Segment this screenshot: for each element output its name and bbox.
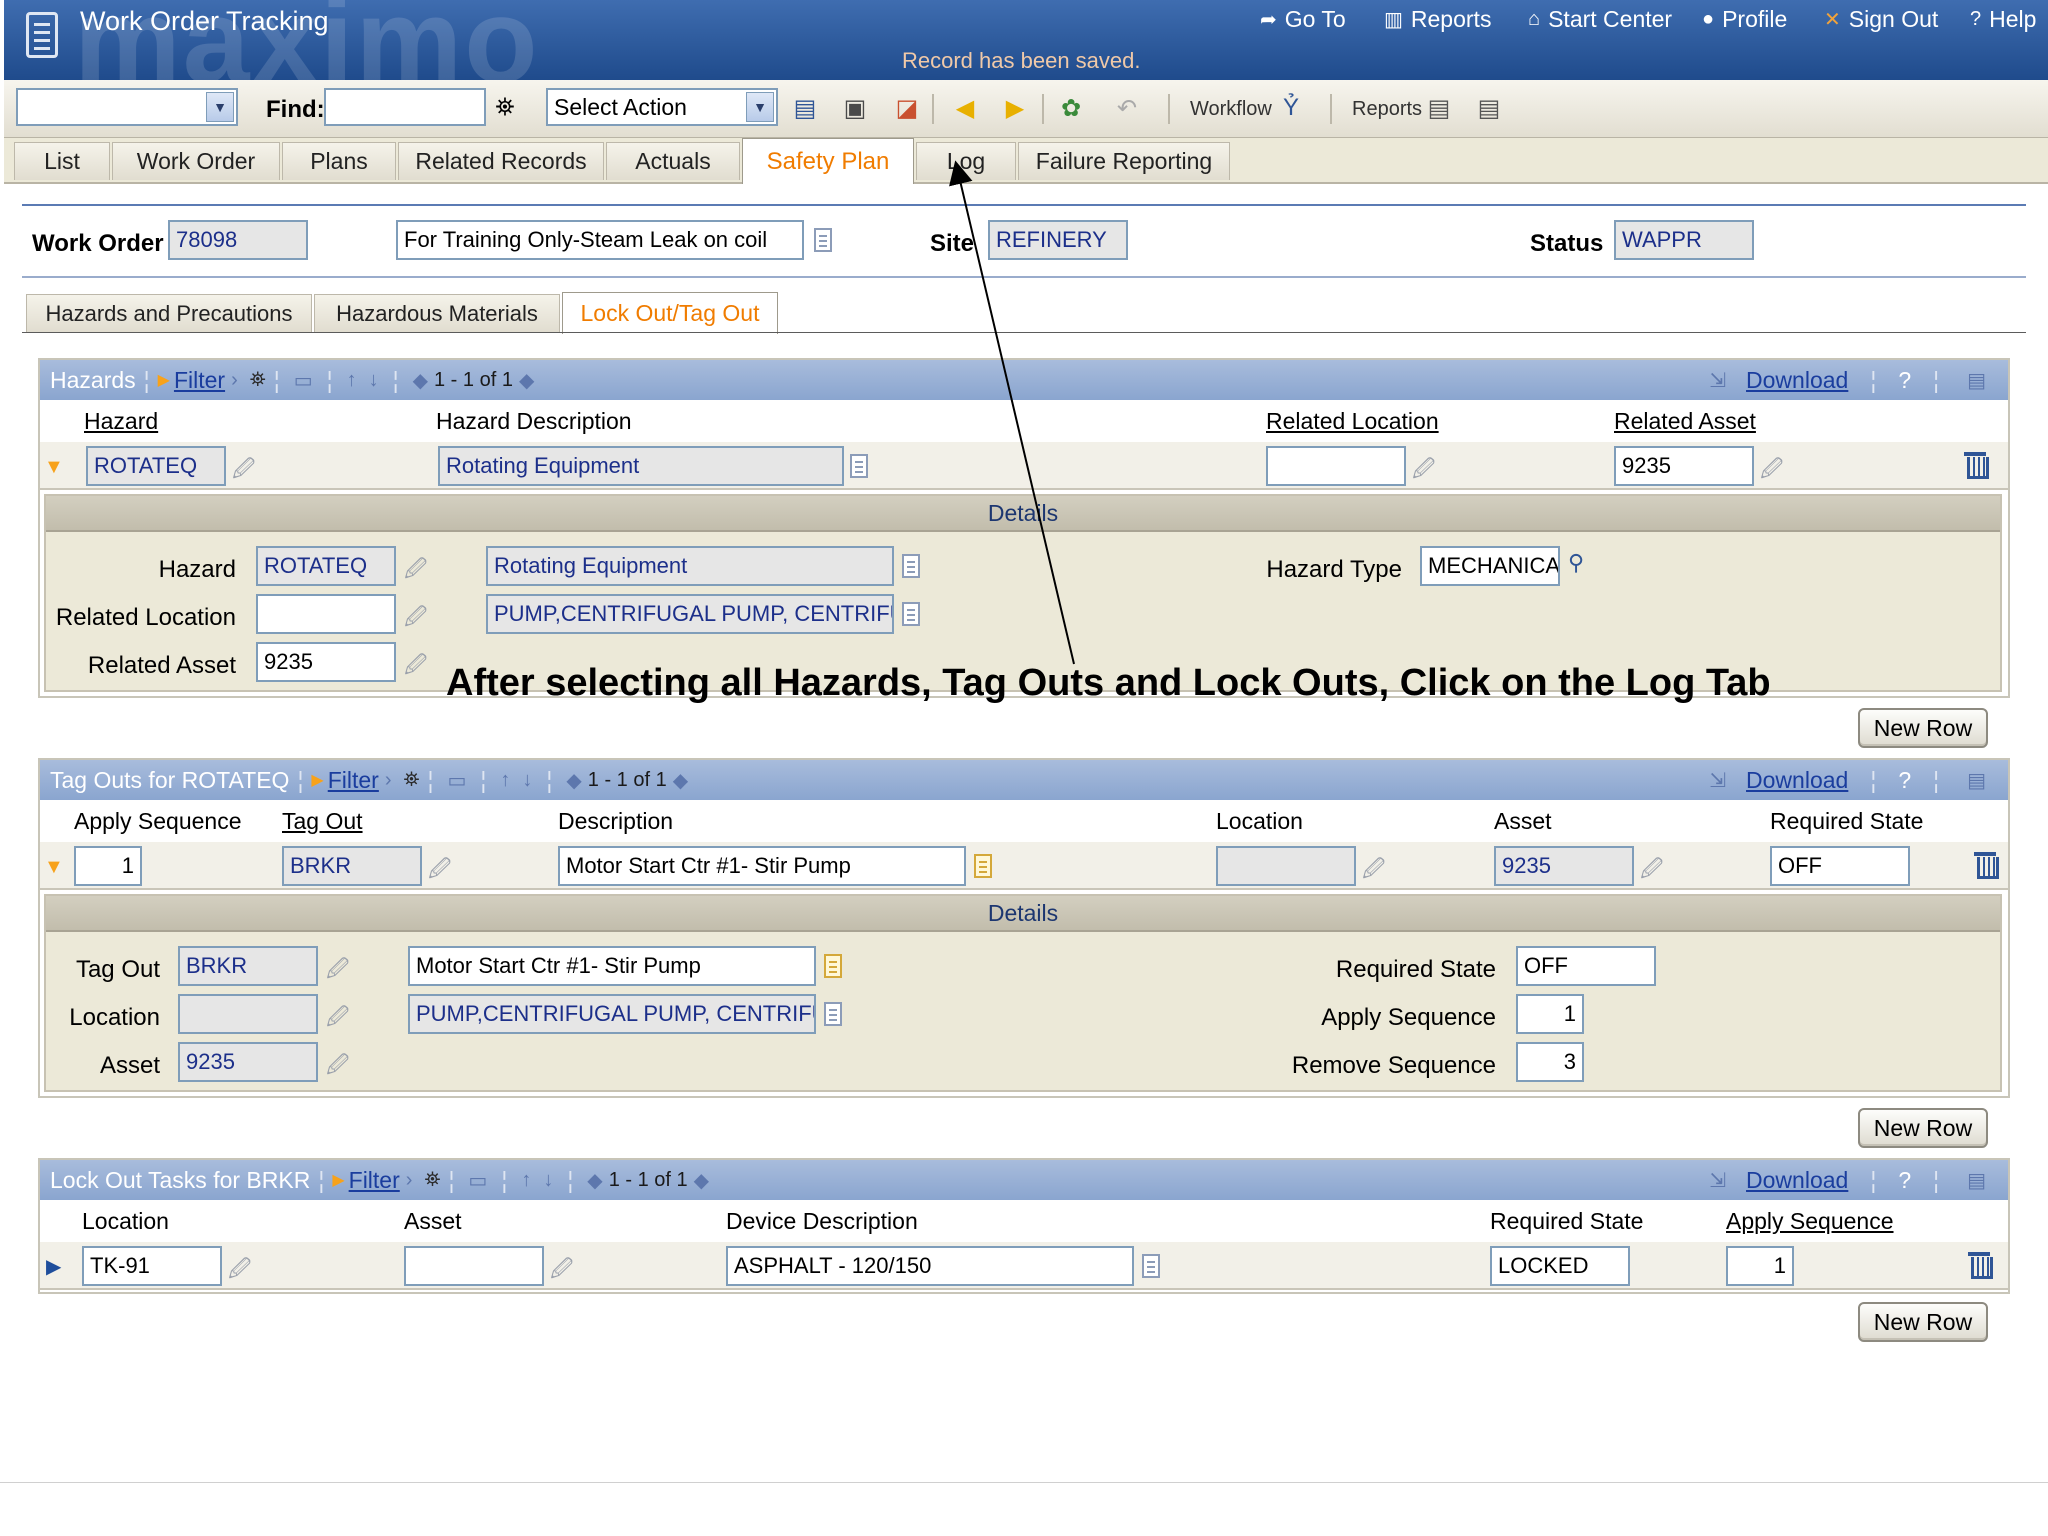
annotation-text: After selecting all Hazards, Tag Outs an… <box>446 662 1771 704</box>
arrow-line <box>949 160 1075 665</box>
annotation-arrow <box>949 160 1075 665</box>
